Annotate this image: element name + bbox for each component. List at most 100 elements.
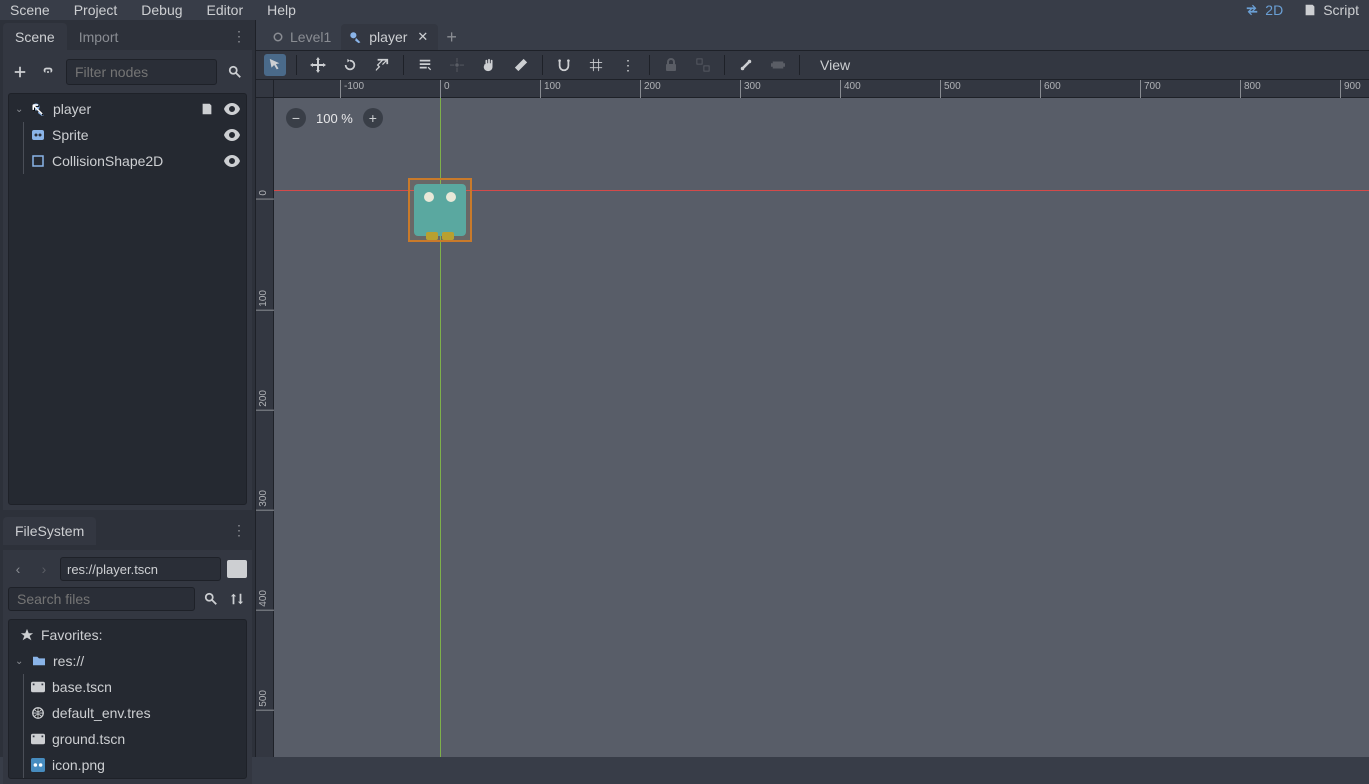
fs-root[interactable]: ⌄ res:// — [9, 648, 246, 674]
menu-project[interactable]: Project — [74, 2, 118, 18]
dock-options-icon[interactable]: ⋮ — [232, 522, 252, 539]
list-select-tool[interactable] — [414, 54, 436, 76]
node-name: Sprite — [52, 127, 89, 143]
scale-tool[interactable] — [371, 54, 393, 76]
ruler-tick: 100 — [256, 290, 274, 311]
menu-help[interactable]: Help — [267, 2, 296, 18]
collision-shape-icon — [30, 153, 46, 169]
ruler-tick: 300 — [740, 80, 761, 98]
tab-import[interactable]: Import — [67, 23, 131, 51]
scene-file-icon — [30, 731, 46, 747]
mode-script-button[interactable]: Script — [1303, 2, 1359, 18]
ruler-tick: 0 — [440, 80, 450, 98]
lock-tool[interactable] — [660, 54, 682, 76]
zoom-out-button[interactable]: − — [286, 108, 306, 128]
zoom-in-button[interactable]: + — [363, 108, 383, 128]
link-icon — [41, 65, 55, 79]
player-sprite-selection[interactable] — [408, 178, 472, 242]
fs-file[interactable]: icon.png — [24, 752, 246, 778]
move-tool[interactable] — [307, 54, 329, 76]
tree-row-collision[interactable]: CollisionShape2D — [24, 148, 246, 174]
select-tool[interactable] — [264, 54, 286, 76]
ruler-tick: 100 — [540, 80, 561, 98]
tab-scene[interactable]: Scene — [3, 23, 67, 51]
viewport-toolbar: ⋮ View — [256, 50, 1369, 80]
nav-back-button[interactable]: ‹ — [8, 559, 28, 579]
tab-filesystem[interactable]: FileSystem — [3, 517, 96, 545]
script-icon — [1303, 3, 1317, 17]
rotate-tool[interactable] — [339, 54, 361, 76]
ruler-horizontal: -1000100200300400500600700800900 — [274, 80, 1369, 98]
scene-tree: ⌄ player — [8, 93, 247, 505]
filter-nodes-input[interactable] — [66, 59, 217, 85]
search-files-input[interactable] — [8, 587, 195, 611]
left-dock: Scene Import ⋮ ⌄ — [0, 20, 256, 757]
visibility-toggle-icon[interactable] — [224, 103, 240, 115]
pan-tool[interactable] — [478, 54, 500, 76]
fs-file[interactable]: base.tscn — [24, 674, 246, 700]
sort-button[interactable] — [227, 589, 247, 609]
fs-favorites[interactable]: Favorites: — [9, 622, 246, 648]
canvas-2d[interactable]: − 100 % + — [274, 98, 1369, 757]
add-node-button[interactable] — [10, 62, 30, 82]
close-tab-icon[interactable]: ✕ — [417, 29, 428, 45]
bone-tool[interactable] — [735, 54, 757, 76]
zoom-level-label[interactable]: 100 % — [316, 111, 353, 126]
ruler-tool[interactable] — [510, 54, 532, 76]
view-menu-button[interactable]: View — [810, 54, 860, 76]
tree-row-sprite[interactable]: Sprite — [24, 122, 246, 148]
menu-debug[interactable]: Debug — [141, 2, 182, 18]
folder-icon — [31, 653, 47, 669]
scene-tab-player[interactable]: player ✕ — [341, 24, 438, 50]
snap-options[interactable]: ⋮ — [617, 54, 639, 76]
nav-forward-button[interactable]: › — [34, 559, 54, 579]
fs-file[interactable]: default_env.tres — [24, 700, 246, 726]
ruler-tick: 700 — [1140, 80, 1161, 98]
expand-toggle-icon[interactable]: ⌄ — [15, 104, 25, 115]
visibility-toggle-icon[interactable] — [224, 129, 240, 141]
ruler-tick: 900 — [1340, 80, 1361, 98]
animation-tool[interactable] — [767, 54, 789, 76]
scene-tab-level1[interactable]: Level1 — [264, 24, 341, 50]
menu-scene[interactable]: Scene — [10, 2, 50, 18]
path-input[interactable]: res://player.tscn — [60, 557, 221, 581]
dock-options-icon[interactable]: ⋮ — [232, 28, 252, 45]
grid-snap-toggle[interactable] — [585, 54, 607, 76]
search-button[interactable] — [201, 589, 221, 609]
pivot-tool[interactable] — [446, 54, 468, 76]
filesystem-tree: Favorites: ⌄ res:// base.tscn — [8, 619, 247, 779]
star-icon — [19, 627, 35, 643]
sort-icon — [230, 592, 244, 606]
visibility-toggle-icon[interactable] — [224, 155, 240, 167]
link-node-button[interactable] — [38, 62, 58, 82]
fs-label: icon.png — [52, 757, 105, 773]
expand-toggle-icon[interactable]: ⌄ — [15, 656, 25, 667]
image-file-icon — [30, 757, 46, 773]
fs-label: base.tscn — [52, 679, 112, 695]
tree-row-root[interactable]: ⌄ player — [9, 96, 246, 122]
ruler-tick: 200 — [256, 390, 274, 411]
add-scene-tab-button[interactable]: + — [438, 25, 465, 49]
open-script-icon[interactable] — [200, 102, 214, 116]
center-area: Level1 player ✕ + ⋮ — [256, 20, 1369, 757]
mode-2d-button[interactable]: 2D — [1245, 2, 1283, 18]
view-mode-button[interactable] — [227, 560, 247, 578]
search-icon — [228, 65, 242, 79]
switch-icon — [1245, 3, 1259, 17]
viewport[interactable]: -1000100200300400500600700800900 0100200… — [256, 80, 1369, 757]
group-tool[interactable] — [692, 54, 714, 76]
fs-label: default_env.tres — [52, 705, 151, 721]
ruler-vertical: 0100200300400500 — [256, 98, 274, 757]
menu-editor[interactable]: Editor — [207, 2, 244, 18]
ruler-tick: 800 — [1240, 80, 1261, 98]
scene-tabs-bar: Level1 player ✕ + — [256, 20, 1369, 50]
scene-panel: ⌄ player — [3, 50, 252, 510]
filter-search-button[interactable] — [225, 62, 245, 82]
snap-toggle[interactable] — [553, 54, 575, 76]
node-name: CollisionShape2D — [52, 153, 163, 169]
top-menu-bar: Scene Project Debug Editor Help 2D Scrip… — [0, 0, 1369, 20]
scene-dock-tabs: Scene Import ⋮ — [0, 20, 255, 50]
ruler-tick: -100 — [340, 80, 364, 98]
fs-file[interactable]: ground.tscn — [24, 726, 246, 752]
plus-icon — [13, 65, 27, 79]
